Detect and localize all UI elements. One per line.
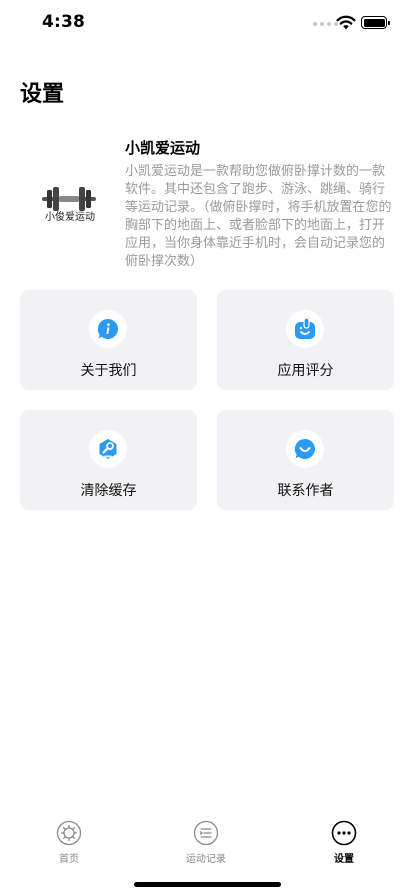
signal-icon [313, 22, 338, 26]
tab-settings-label: 设置 [334, 854, 354, 865]
wrench-icon [99, 439, 117, 459]
tab-home[interactable]: 首页 [29, 812, 109, 868]
list-icon [193, 820, 219, 846]
wifi-icon [336, 15, 356, 30]
battery-icon [361, 16, 390, 29]
clear-cache-label: 清除缓存 [80, 483, 137, 499]
about-us-label: 关于我们 [80, 363, 137, 379]
tab-records[interactable]: 运动记录 [166, 812, 246, 868]
more-icon [331, 820, 357, 846]
clear-cache-button[interactable]: 清除缓存 [20, 410, 197, 510]
rate-app-button[interactable]: 应用评分 [217, 290, 394, 390]
logo-label: 小俊爱运动 [45, 212, 95, 223]
home-icon [56, 820, 82, 846]
app-name: 小凯爱运动 [125, 139, 201, 157]
tab-bar: 首页 运动记录 设置 [0, 812, 414, 872]
tab-settings[interactable]: 设置 [304, 812, 384, 868]
rate-app-label: 应用评分 [277, 363, 334, 379]
contact-author-button[interactable]: 联系作者 [217, 410, 394, 510]
contact-author-label: 联系作者 [277, 483, 334, 499]
about-us-button[interactable]: 关于我们 [20, 290, 197, 390]
home-indicator[interactable] [134, 882, 281, 887]
page-title: 设置 [20, 82, 65, 107]
app-info-section: 小俊爱运动 小凯爱运动 小凯爱运动是一款帮助您做俯卧撑计数的一款软件。其中还包含… [20, 130, 394, 270]
app-description: 小凯爱运动是一款帮助您做俯卧撑计数的一款软件。其中还包含了跑步、游泳、跳绳、骑行… [125, 164, 392, 269]
chat-smile-icon [294, 438, 315, 459]
tab-home-label: 首页 [59, 854, 79, 865]
thumbs-up-icon [295, 317, 315, 339]
info-icon [97, 318, 118, 339]
status-time: 4:38 [42, 12, 86, 32]
tab-records-label: 运动记录 [186, 854, 226, 865]
status-bar: 4:38 [0, 0, 414, 44]
